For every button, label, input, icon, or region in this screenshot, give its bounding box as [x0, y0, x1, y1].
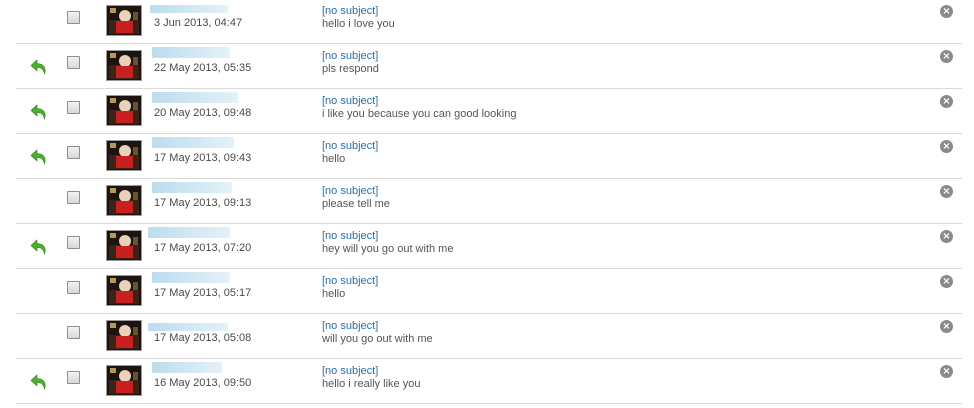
reply-arrow-icon [30, 104, 46, 121]
message-list: 3 Jun 2013, 04:47 [no subject] hello i l… [0, 0, 974, 408]
avatar[interactable] [106, 140, 142, 171]
message-snippet: will you go out with me [322, 333, 433, 345]
avatar[interactable] [106, 50, 142, 81]
select-checkbox[interactable] [67, 146, 80, 159]
sender-name-redacted[interactable] [148, 323, 228, 331]
message-snippet: hello [322, 153, 346, 165]
close-circle-icon[interactable]: × [940, 275, 953, 288]
message-date: 17 May 2013, 09:43 [154, 152, 252, 164]
message-subject-link[interactable]: [no subject] [322, 365, 378, 377]
message-subject-link[interactable]: [no subject] [322, 320, 378, 332]
message-date: 22 May 2013, 05:35 [154, 62, 252, 74]
sender-name-redacted[interactable] [152, 362, 222, 373]
avatar[interactable] [106, 275, 142, 306]
select-checkbox[interactable] [67, 371, 80, 384]
reply-arrow-icon [30, 374, 46, 391]
close-circle-icon[interactable]: × [940, 50, 953, 63]
message-date: 17 May 2013, 05:08 [154, 332, 252, 344]
reply-arrow-icon [30, 149, 46, 166]
message-date: 16 May 2013, 09:50 [154, 377, 252, 389]
select-checkbox[interactable] [67, 326, 80, 339]
row-divider [16, 403, 962, 404]
message-row[interactable]: 20 May 2013, 09:48 [no subject] i like y… [0, 89, 974, 134]
message-subject-link[interactable]: [no subject] [322, 50, 378, 62]
select-checkbox[interactable] [67, 236, 80, 249]
avatar[interactable] [106, 320, 142, 351]
select-checkbox[interactable] [67, 11, 80, 24]
close-circle-icon[interactable]: × [940, 320, 953, 333]
reply-arrow-icon [30, 239, 46, 256]
avatar[interactable] [106, 95, 142, 126]
message-row[interactable]: 22 May 2013, 05:35 [no subject] pls resp… [0, 44, 974, 89]
message-snippet: pls respond [322, 63, 379, 75]
avatar[interactable] [106, 365, 142, 396]
message-snippet: i like you because you can good looking [322, 108, 517, 120]
avatar[interactable] [106, 185, 142, 216]
avatar[interactable] [106, 5, 142, 36]
message-row[interactable]: 17 May 2013, 09:43 [no subject] hello × [0, 134, 974, 179]
message-row[interactable]: 3 Jun 2013, 04:47 [no subject] hello i l… [0, 0, 974, 44]
close-circle-icon[interactable]: × [940, 140, 953, 153]
message-subject-link[interactable]: [no subject] [322, 275, 378, 287]
reply-arrow-icon [30, 59, 46, 76]
message-snippet: hello [322, 288, 346, 300]
message-subject-link[interactable]: [no subject] [322, 140, 378, 152]
sender-name-redacted[interactable] [152, 272, 230, 283]
sender-name-redacted[interactable] [150, 5, 228, 13]
sender-name-redacted[interactable] [152, 137, 234, 148]
select-checkbox[interactable] [67, 281, 80, 294]
sender-name-redacted[interactable] [152, 182, 232, 193]
sender-name-redacted[interactable] [148, 227, 230, 238]
message-date: 3 Jun 2013, 04:47 [154, 17, 243, 29]
select-checkbox[interactable] [67, 56, 80, 69]
message-row[interactable]: 17 May 2013, 05:08 [no subject] will you… [0, 314, 974, 359]
message-row[interactable]: 16 May 2013, 09:50 [no subject] hello i … [0, 359, 974, 404]
message-row[interactable]: 17 May 2013, 09:13 [no subject] please t… [0, 179, 974, 224]
close-circle-icon[interactable]: × [940, 230, 953, 243]
message-snippet: hello i really like you [322, 378, 421, 390]
message-subject-link[interactable]: [no subject] [322, 230, 378, 242]
close-circle-icon[interactable]: × [940, 185, 953, 198]
select-checkbox[interactable] [67, 101, 80, 114]
close-circle-icon[interactable]: × [940, 365, 953, 378]
close-circle-icon[interactable]: × [940, 95, 953, 108]
select-checkbox[interactable] [67, 191, 80, 204]
message-date: 17 May 2013, 05:17 [154, 287, 252, 299]
message-date: 20 May 2013, 09:48 [154, 107, 252, 119]
sender-name-redacted[interactable] [152, 47, 230, 58]
message-subject-link[interactable]: [no subject] [322, 95, 378, 107]
avatar[interactable] [106, 230, 142, 261]
message-snippet: please tell me [322, 198, 390, 210]
message-subject-link[interactable]: [no subject] [322, 185, 378, 197]
message-date: 17 May 2013, 09:13 [154, 197, 252, 209]
message-row[interactable]: 17 May 2013, 05:17 [no subject] hello × [0, 269, 974, 314]
close-circle-icon[interactable]: × [940, 5, 953, 18]
message-snippet: hey will you go out with me [322, 243, 454, 255]
message-subject-link[interactable]: [no subject] [322, 5, 378, 17]
message-date: 17 May 2013, 07:20 [154, 242, 252, 254]
message-row[interactable]: 17 May 2013, 07:20 [no subject] hey will… [0, 224, 974, 269]
sender-name-redacted[interactable] [152, 92, 238, 103]
message-snippet: hello i love you [322, 18, 395, 30]
